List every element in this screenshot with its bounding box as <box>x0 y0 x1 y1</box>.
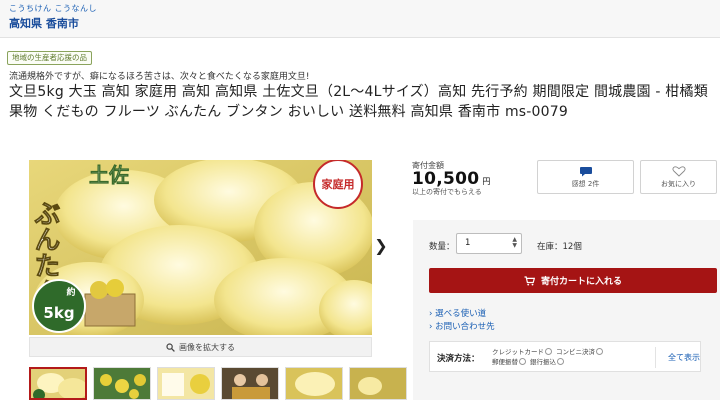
image-label-tosa: 土佐 <box>89 163 129 187</box>
image-label-weight: 5kg <box>43 304 74 322</box>
cart-icon <box>524 275 535 285</box>
next-image-chevron-icon[interactable]: ❯ <box>374 236 388 256</box>
quantity-label: 数量： <box>429 242 455 252</box>
producer-support-badge: 地域の生産者応援の品 <box>7 51 92 65</box>
heart-icon <box>671 166 686 177</box>
order-panel: 数量： 1 ▲ ▼ 在庫：12個 寄付カートに入れる › 選べる使い道 › お問い… <box>413 220 720 400</box>
speech-bubble-icon <box>579 167 592 177</box>
product-title: 文旦5kg 大玉 高知 家庭用 高知 高知県 土佐文旦（2L〜4Lサイズ）高知 … <box>9 84 708 120</box>
thumbnail-5[interactable] <box>285 367 343 400</box>
zoom-image-label: 画像を拡大する <box>179 342 235 352</box>
payment-divider <box>655 347 656 368</box>
payment-method-credit-card: クレジットカード <box>492 348 544 356</box>
thumbnail-strip <box>29 367 407 400</box>
municipality-name[interactable]: 高知県 香南市 <box>9 15 79 31</box>
payment-methods-box: 決済方法： クレジットカード コンビニ決済 郵便振替 銀行振込 全て表示 <box>429 341 701 372</box>
help-links: › 選べる使い道 › お問い合わせ先 <box>429 308 495 333</box>
donation-amount-note: 以上の寄付でもらえる <box>412 188 482 196</box>
contact-label: お問い合わせ先 <box>435 321 495 332</box>
image-label-home-use: 家庭用 <box>322 177 355 191</box>
review-button[interactable]: 感想 2件 <box>537 160 634 194</box>
zoom-image-button[interactable]: 画像を拡大する <box>29 337 372 357</box>
usage-options-label: 選べる使い道 <box>435 309 487 319</box>
header-bar: こうちけん こうなんし 高知県 香南市 <box>0 0 720 38</box>
payment-method-bank-transfer: 銀行振込 <box>530 358 556 366</box>
add-to-cart-button[interactable]: 寄付カートに入れる <box>429 268 717 293</box>
contact-link[interactable]: › お問い合わせ先 <box>429 321 495 334</box>
thumbnail-3[interactable] <box>157 367 215 400</box>
favorite-label: お気に入り <box>661 180 696 188</box>
review-label: 感想 2件 <box>571 180 600 188</box>
image-label-approx: 約 <box>66 286 75 298</box>
thumbnail-2[interactable] <box>93 367 151 400</box>
payment-methods-list: クレジットカード コンビニ決済 郵便振替 銀行振込 <box>492 347 607 367</box>
payment-method-convenience-store: コンビニ決済 <box>556 348 595 356</box>
stock-status: 在庫：12個 <box>537 242 582 252</box>
thumbnail-4[interactable] <box>221 367 279 400</box>
thumbnail-6[interactable] <box>349 367 407 400</box>
buntan-photo: 土佐 ぶんたん 家庭用 約 5kg <box>29 160 372 335</box>
favorite-button[interactable]: お気に入り <box>640 160 717 194</box>
main-product-image[interactable]: 土佐 ぶんたん 家庭用 約 5kg <box>29 160 372 335</box>
product-subcopy: 流通規格外ですが、癖になるほろ苦さは、次々と食べたくなる家庭用文旦! <box>9 72 310 82</box>
thumbnail-1[interactable] <box>29 367 87 400</box>
usage-options-link[interactable]: › 選べる使い道 <box>429 308 495 321</box>
donation-amount-value: 10,500 <box>412 169 480 189</box>
donation-amount-unit: 円 <box>482 177 491 186</box>
magnifier-icon <box>166 342 175 352</box>
show-all-payments-link[interactable]: 全て表示 <box>668 352 700 363</box>
quantity-select[interactable]: 1 ▲ ▼ <box>456 233 522 254</box>
donation-amount: 10,500 円 <box>412 169 491 189</box>
select-arrows-icon: ▲ ▼ <box>512 236 517 249</box>
add-to-cart-label: 寄付カートに入れる <box>540 277 622 287</box>
payment-method-postal-transfer: 郵便振替 <box>492 358 518 366</box>
quantity-value: 1 <box>465 238 471 248</box>
payment-label: 決済方法： <box>437 354 480 364</box>
municipality-furigana: こうちけん こうなんし <box>9 4 98 13</box>
